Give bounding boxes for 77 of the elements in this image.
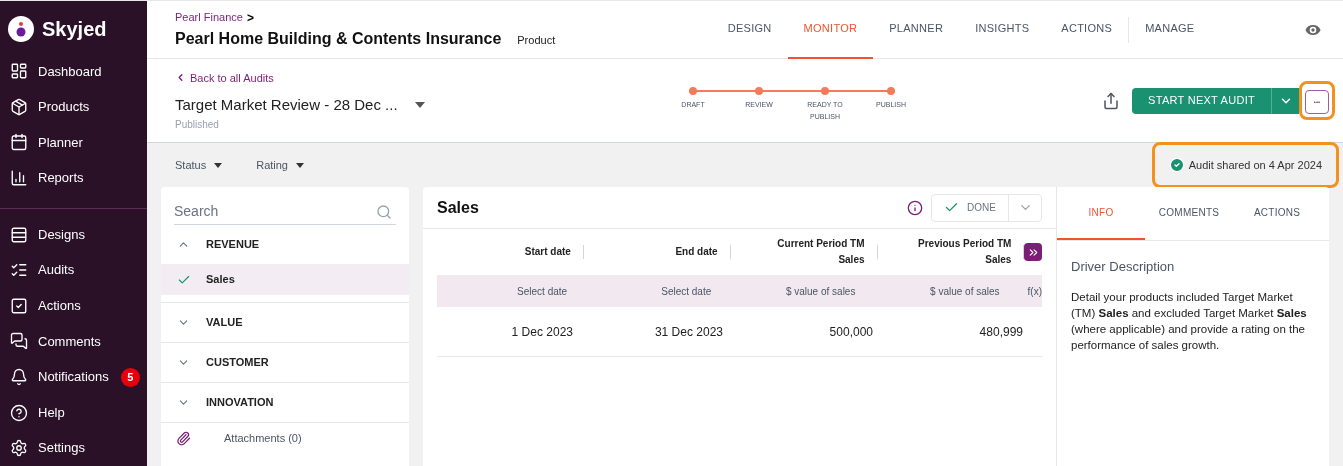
category-header[interactable]: CUSTOMER bbox=[161, 343, 409, 382]
product-title: Pearl Home Building & Contents Insurance bbox=[175, 28, 502, 49]
dropdown-icon[interactable] bbox=[415, 102, 425, 109]
breadcrumb-link[interactable]: Pearl Finance bbox=[175, 9, 243, 26]
table-cell-text: 31 Dec 2023 bbox=[653, 323, 724, 341]
bell-icon bbox=[10, 368, 28, 386]
back-link[interactable]: Back to all Audits bbox=[175, 69, 425, 86]
column-header: Start date bbox=[523, 245, 571, 259]
audit-title[interactable]: Target Market Review - 28 Dec ... bbox=[175, 94, 398, 117]
sidebar-item[interactable]: Products bbox=[0, 89, 147, 125]
box-icon bbox=[10, 97, 28, 116]
settings-icon bbox=[10, 439, 28, 458]
hint-cell-text: $ value of sales bbox=[929, 284, 1001, 299]
filter-dropdown[interactable]: Status bbox=[175, 156, 223, 174]
shared-status-text: Audit shared on 4 Apr 2024 bbox=[1188, 157, 1322, 173]
sidebar-item[interactable]: Designs bbox=[0, 216, 147, 253]
caret-icon bbox=[214, 162, 223, 168]
product-label: Product bbox=[517, 32, 556, 48]
nav-tab[interactable]: PLANNER bbox=[873, 1, 960, 59]
column-header: Previous Period TM Sales bbox=[917, 237, 1012, 267]
info-tab[interactable]: ACTIONS bbox=[1233, 187, 1321, 240]
sidebar-item[interactable]: Comments bbox=[0, 323, 147, 360]
table-cell-text: 500,000 bbox=[828, 323, 874, 341]
search-field[interactable]: Search bbox=[174, 201, 376, 222]
category-header[interactable]: REVENUE bbox=[161, 225, 409, 264]
logo-text: Skyjed bbox=[42, 17, 107, 43]
expand-columns-button[interactable] bbox=[1024, 243, 1042, 261]
driver-item[interactable]: Sales bbox=[161, 264, 409, 295]
sidebar-item[interactable]: Audits bbox=[0, 252, 147, 289]
check-circle-icon bbox=[1168, 157, 1185, 173]
info-tab[interactable]: COMMENTS bbox=[1145, 187, 1233, 240]
description-text: Detail your products included Target Market (TM) Sales and excluded Target Market Sales (where applicable) and provide a rating on the performance of sales growth. bbox=[1071, 289, 1308, 353]
notification-badge: 5 bbox=[120, 367, 140, 387]
sidebar-item[interactable]: Reports bbox=[0, 160, 147, 196]
audit-status: Published bbox=[175, 117, 220, 132]
sidebar-item[interactable]: Notifications 5 bbox=[0, 359, 147, 395]
calendar-icon bbox=[10, 133, 28, 152]
hint-cell-text: Select date bbox=[660, 284, 713, 299]
split-dropdown-button[interactable] bbox=[1271, 87, 1299, 114]
nav-tab[interactable]: INSIGHTS bbox=[959, 1, 1046, 59]
hint-cell-text: Select date bbox=[516, 284, 569, 299]
section-heading: Driver Description bbox=[1071, 258, 1176, 276]
dashboard-icon bbox=[10, 62, 28, 81]
paperclip-icon bbox=[176, 430, 191, 446]
start-next-audit-button[interactable]: START NEXT AUDIT bbox=[1132, 87, 1271, 114]
sidebar-item[interactable]: Dashboard bbox=[0, 53, 147, 90]
nav-tab[interactable]: MANAGE bbox=[1129, 1, 1211, 59]
hint-cell-text: f(x) bbox=[1026, 284, 1042, 299]
column-header: End date bbox=[674, 245, 718, 259]
nav-tab[interactable]: ACTIONS bbox=[1045, 1, 1129, 59]
sidebar-item[interactable]: Planner bbox=[0, 124, 147, 161]
info-icon[interactable] bbox=[907, 199, 924, 216]
category-header[interactable]: INNOVATION bbox=[161, 383, 409, 422]
logo-icon bbox=[8, 16, 34, 43]
table-cell-text: 480,999 bbox=[978, 323, 1024, 341]
panel-title: Sales bbox=[437, 197, 479, 218]
table-cell-text: 1 Dec 2023 bbox=[510, 323, 574, 341]
column-header: Current Period TM Sales bbox=[776, 237, 865, 267]
sidebar-item[interactable]: Settings bbox=[0, 430, 147, 466]
breadcrumb-separator: > bbox=[246, 9, 254, 27]
chat-icon bbox=[10, 332, 28, 351]
nav-tab[interactable]: MONITOR bbox=[787, 1, 874, 59]
help-icon bbox=[10, 403, 28, 422]
category-header[interactable]: VALUE bbox=[161, 303, 409, 342]
info-tab[interactable]: INFO bbox=[1057, 187, 1145, 240]
sidebar-item[interactable]: Help bbox=[0, 394, 147, 431]
hint-cell-text: $ value of sales bbox=[784, 284, 857, 299]
search-icon bbox=[376, 203, 392, 220]
bar-chart-icon bbox=[10, 169, 28, 188]
attachments-link[interactable]: Attachments (0) bbox=[161, 423, 409, 453]
sidebar-item[interactable]: Actions bbox=[0, 288, 147, 324]
checkbox-icon bbox=[10, 296, 28, 315]
rows-icon bbox=[10, 225, 28, 244]
filter-dropdown[interactable]: Rating bbox=[256, 156, 304, 174]
share-icon[interactable] bbox=[1102, 91, 1121, 110]
nav-tab[interactable]: DESIGN bbox=[711, 1, 788, 59]
caret-icon bbox=[296, 162, 304, 168]
